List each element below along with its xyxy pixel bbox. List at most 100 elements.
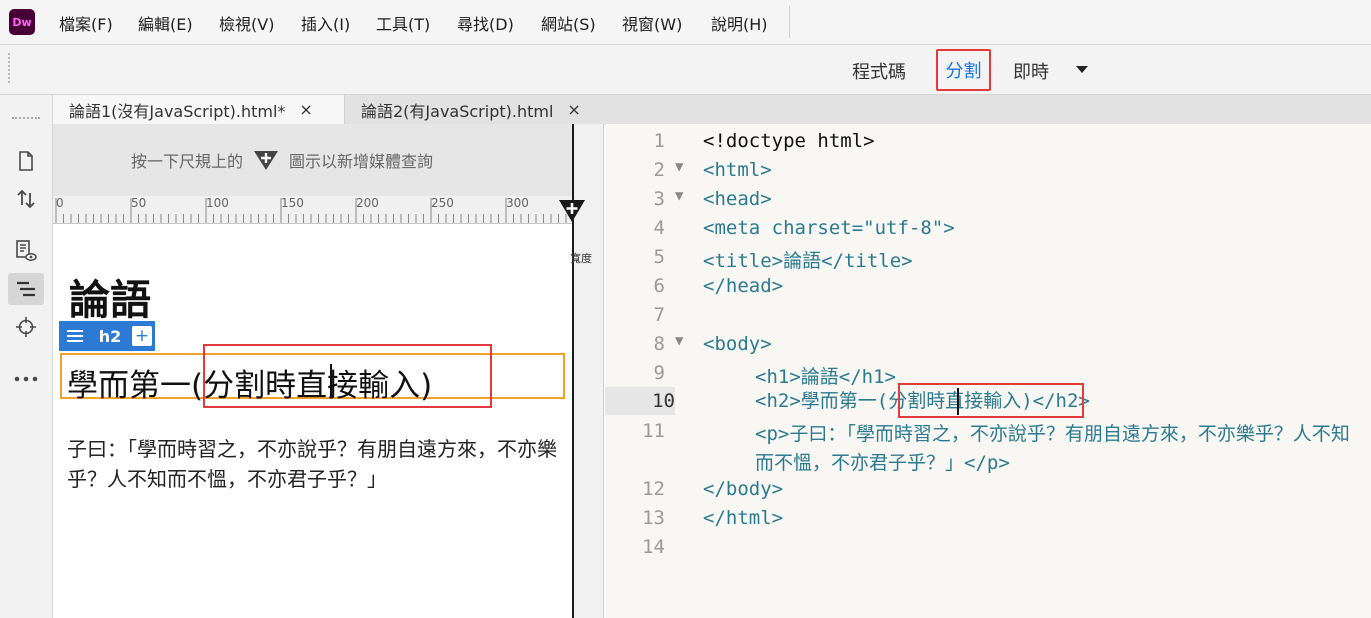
ruler-label: 300 — [506, 196, 529, 210]
line-number: 3 — [653, 188, 665, 210]
code-text: <h1>論語</h1> — [755, 366, 896, 388]
menu-find[interactable]: 尋找(D) — [457, 11, 514, 35]
code-text: </html> — [703, 507, 784, 529]
code-view-pane[interactable]: 1 <!doctype html> 2 ▼ <html> 3 ▼ <head> … — [605, 124, 1371, 618]
code-format-icon[interactable] — [8, 273, 44, 305]
tab-document-1[interactable]: 論語1(沒有JavaScript).html* × — [53, 95, 345, 124]
line-number: 1 — [653, 130, 665, 152]
code-text: <meta charset="utf-8"> — [703, 217, 955, 239]
media-query-bar[interactable]: 按一下尺規上的 圖示以新增媒體查詢 — [53, 124, 603, 196]
code-text: </body> — [703, 478, 784, 500]
ruler-label: 0 — [56, 196, 64, 210]
code-text: <head> — [703, 188, 772, 210]
close-icon[interactable]: × — [567, 100, 580, 119]
toolbar-grip[interactable] — [12, 117, 40, 119]
code-line[interactable]: 4 <meta charset="utf-8"> — [605, 217, 1371, 246]
document-tabs: 論語1(沒有JavaScript).html* × 論語2(有JavaScrip… — [53, 95, 1371, 125]
code-line[interactable]: 11 <p>子曰：「學而時習之，不亦說乎？有朋自遠方來，不亦樂乎？人不知而不慍，… — [605, 420, 1371, 480]
code-line[interactable]: 3 ▼ <head> — [605, 188, 1371, 217]
plus-icon: + — [132, 326, 152, 346]
code-view-button[interactable]: 程式碼 — [852, 58, 906, 84]
line-number: 7 — [653, 304, 665, 326]
text-cursor — [957, 388, 959, 415]
element-tag[interactable]: h2 + — [59, 321, 155, 351]
line-number: 2 — [653, 159, 665, 181]
file-transfer-icon[interactable] — [8, 183, 44, 215]
code-text: <!doctype html> — [703, 130, 875, 152]
menu-edit[interactable]: 編輯(E) — [138, 11, 193, 35]
code-line[interactable]: 8 ▼ <body> — [605, 333, 1371, 362]
code-line[interactable]: 13 </html> — [605, 507, 1371, 536]
more-icon[interactable] — [8, 363, 44, 395]
line-number: 6 — [653, 275, 665, 297]
menu-divider — [789, 6, 790, 38]
menu-help[interactable]: 說明(H) — [711, 11, 768, 35]
media-query-hint: 按一下尺規上的 圖示以新增媒體查詢 — [131, 148, 433, 172]
page-heading[interactable]: 論語 — [69, 266, 151, 326]
line-number: 10 — [605, 387, 675, 415]
paragraph[interactable]: 子曰：「學而時習之，不亦說乎？有朋自遠方來，不亦樂乎？人不知而不慍，不亦君子乎？… — [67, 434, 557, 494]
menu-file[interactable]: 檔案(F) — [59, 11, 113, 35]
menu-bar: Dw 檔案(F) 編輯(E) 檢視(V) 插入(I) 工具(T) 尋找(D) 網… — [0, 0, 1371, 45]
tab-label: 論語2(有JavaScript).html — [361, 101, 554, 121]
annotation-highlight — [203, 344, 492, 408]
menu-tools[interactable]: 工具(T) — [376, 11, 430, 35]
annotation-highlight — [898, 383, 1084, 418]
live-view-options-icon[interactable] — [8, 235, 44, 267]
app-logo: Dw — [9, 9, 35, 35]
line-number: 5 — [653, 246, 665, 268]
line-number: 4 — [653, 217, 665, 239]
code-text: <body> — [703, 333, 772, 355]
ruler-handle-icon[interactable] — [557, 198, 587, 224]
design-view-pane[interactable]: 按一下尺規上的 圖示以新增媒體查詢 0 50 100 150 200 250 3… — [53, 124, 604, 618]
fold-arrow-icon[interactable]: ▼ — [675, 188, 683, 204]
element-menu-icon[interactable] — [59, 321, 91, 351]
document-toolbar: 程式碼 分割 即時 — [0, 45, 1371, 95]
ruler-label: 100 — [206, 196, 229, 210]
add-media-query-icon — [253, 149, 279, 171]
menu-site[interactable]: 網站(S) — [541, 11, 596, 35]
tab-document-2[interactable]: 論語2(有JavaScript).html × — [345, 95, 605, 124]
code-text: <html> — [703, 159, 772, 181]
toolbar-grip[interactable] — [8, 53, 11, 83]
code-text: <title>論語</title> — [703, 250, 913, 272]
element-tag-name[interactable]: h2 — [91, 321, 129, 351]
code-line[interactable]: 7 — [605, 304, 1371, 333]
code-line[interactable]: 5 <title>論語</title> — [605, 246, 1371, 275]
fold-arrow-icon[interactable]: ▼ — [675, 159, 683, 175]
ruler-label: 250 — [431, 196, 454, 210]
menu-insert[interactable]: 插入(I) — [301, 11, 350, 35]
element-add-button[interactable]: + — [129, 321, 155, 351]
left-toolbar — [0, 95, 53, 618]
code-line[interactable]: 1 <!doctype html> — [605, 130, 1371, 159]
menu-view[interactable]: 檢視(V) — [219, 11, 274, 35]
ruler-label: 200 — [356, 196, 379, 210]
code-text: </head> — [703, 275, 784, 297]
code-text: <p>子曰：「學而時習之，不亦說乎？有朋自遠方來，不亦樂乎？人不知而不慍，不亦君… — [755, 423, 1350, 474]
ruler[interactable]: 0 50 100 150 200 250 300 35 — [53, 196, 603, 224]
target-icon[interactable] — [8, 311, 44, 343]
ruler-label: 50 — [131, 196, 147, 210]
code-line[interactable]: 6 </head> — [605, 275, 1371, 304]
line-number: 9 — [653, 362, 665, 384]
live-view-button[interactable]: 即時 — [1013, 58, 1049, 84]
chevron-down-icon[interactable] — [1076, 66, 1088, 73]
code-line[interactable]: 14 — [605, 536, 1371, 565]
line-number: 11 — [642, 420, 665, 442]
code-line[interactable]: 12 </body> — [605, 478, 1371, 507]
text-cursor — [330, 364, 332, 398]
line-number: 12 — [642, 478, 665, 500]
tab-label: 論語1(沒有JavaScript).html* — [69, 101, 286, 121]
close-icon[interactable]: × — [299, 100, 312, 119]
split-view-label: 分割 — [945, 61, 982, 82]
fold-arrow-icon[interactable]: ▼ — [675, 333, 683, 349]
line-number: 8 — [653, 333, 665, 355]
media-query-hint-before: 按一下尺規上的 — [131, 152, 244, 171]
ruler-label: 150 — [281, 196, 304, 210]
width-label: 寬度 — [570, 252, 592, 265]
file-icon[interactable] — [8, 145, 44, 177]
menu-window[interactable]: 視窗(W) — [622, 11, 682, 35]
split-view-button[interactable]: 分割 — [936, 49, 991, 91]
page-content[interactable]: 論語 h2 + 學而第一(分割時直接輸入) 子曰：「學而時習之，不亦說乎？有朋自… — [53, 224, 571, 618]
code-line[interactable]: 2 ▼ <html> — [605, 159, 1371, 188]
